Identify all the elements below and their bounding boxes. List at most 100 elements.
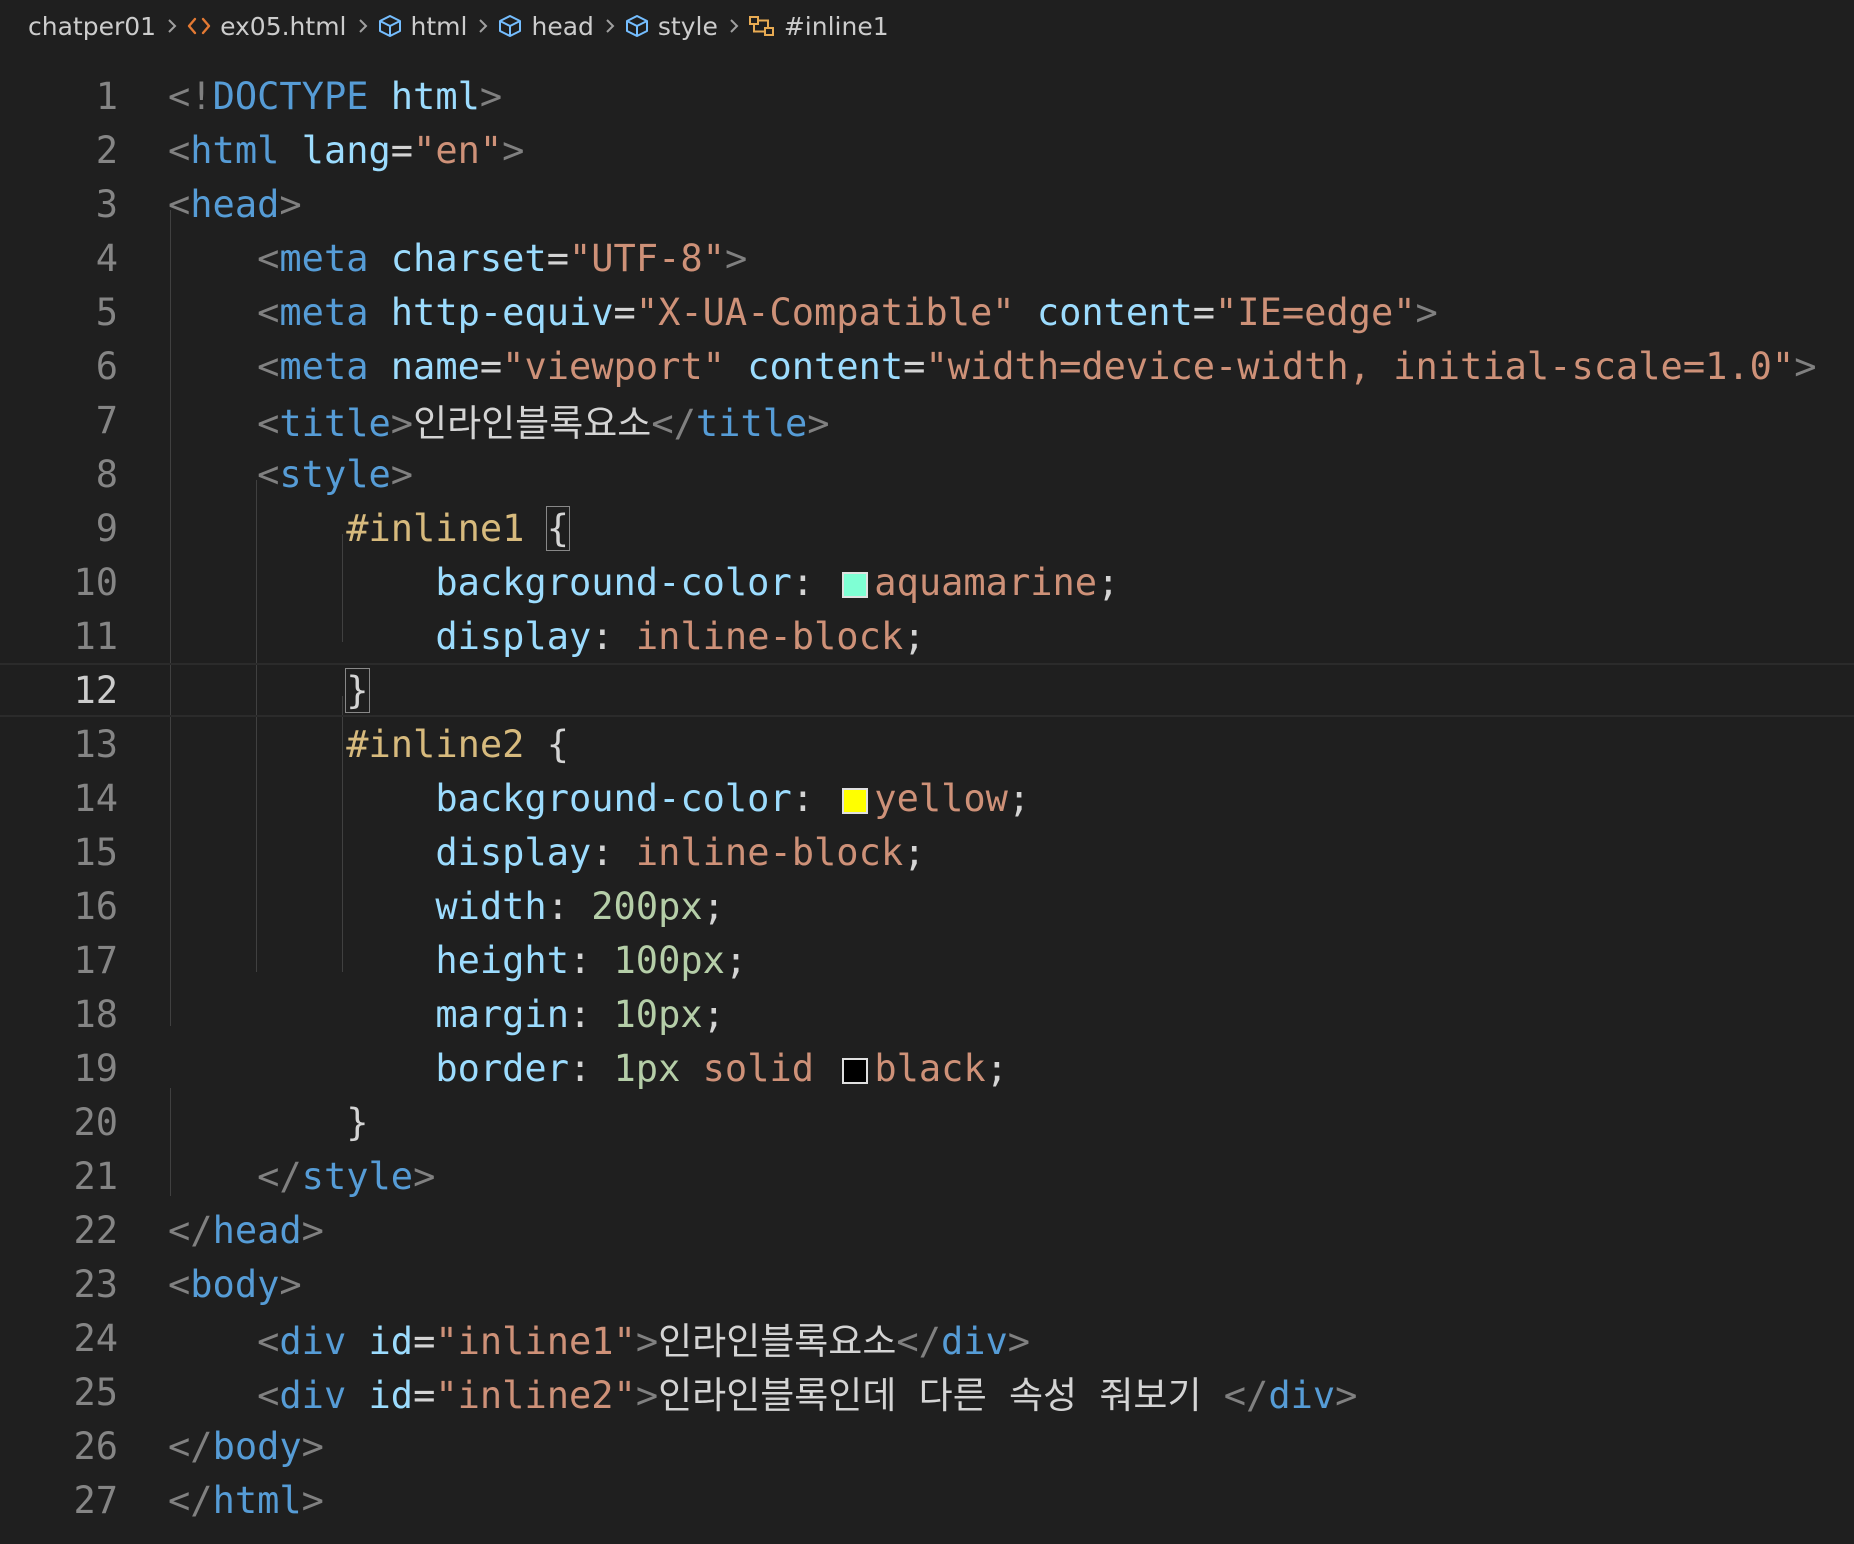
code-editor[interactable]: 1 <!DOCTYPE html> 2 <html lang="en"> 3 <head>… — [0, 52, 1854, 1544]
code-line[interactable]: 27 </html> — [0, 1473, 1854, 1527]
code-line[interactable]: 22 </head> — [0, 1203, 1854, 1257]
line-number[interactable]: 19 — [18, 1047, 118, 1090]
token-text: : — [568, 938, 614, 982]
token-text: 인라인블록요소 — [658, 1320, 897, 1363]
line-number[interactable]: 17 — [18, 939, 118, 982]
code-line[interactable]: 25 <div id="inline2">인라인블록인데 다른 속성 줘보기 <… — [0, 1365, 1854, 1419]
breadcrumb-item-head[interactable]: head — [497, 12, 594, 41]
line-number[interactable]: 14 — [18, 777, 118, 820]
token-num: 10px — [613, 992, 703, 1036]
breadcrumb-label: ex05.html — [220, 11, 347, 41]
code-text: display: inline-block; — [168, 615, 925, 658]
token-punct: > — [479, 74, 503, 118]
code-line[interactable]: 14 background-color: yellow; — [0, 771, 1854, 825]
code-line[interactable]: 21 </style> — [0, 1149, 1854, 1203]
code-line[interactable]: 6 <meta name="viewport" content="width=d… — [0, 339, 1854, 393]
code-line[interactable]: 17 height: 100px; — [0, 933, 1854, 987]
line-number[interactable]: 15 — [18, 831, 118, 874]
code-line[interactable]: 8 <style> — [0, 447, 1854, 501]
token-tag: body — [212, 1424, 302, 1468]
line-number[interactable]: 24 — [18, 1317, 118, 1360]
line-number[interactable]: 1 — [18, 75, 118, 118]
token-tag: html — [190, 128, 280, 172]
breadcrumb-item-html[interactable]: html — [377, 12, 467, 41]
line-number[interactable]: 2 — [18, 129, 118, 172]
code-line[interactable]: 2 <html lang="en"> — [0, 123, 1854, 177]
line-number[interactable]: 13 — [18, 723, 118, 766]
token-punct: < — [168, 128, 191, 172]
line-number[interactable]: 12 — [18, 669, 118, 712]
color-swatch[interactable] — [842, 787, 869, 814]
token-text: ; — [903, 614, 926, 658]
line-number[interactable]: 18 — [18, 993, 118, 1036]
code-line[interactable]: 9 #inline1 { — [0, 501, 1854, 555]
code-line[interactable]: 10 background-color: aquamarine; — [0, 555, 1854, 609]
line-number[interactable]: 20 — [18, 1101, 118, 1144]
line-number[interactable]: 9 — [18, 507, 118, 550]
code-line[interactable]: 23 <body> — [0, 1257, 1854, 1311]
line-number[interactable]: 27 — [18, 1479, 118, 1522]
line-number[interactable]: 21 — [18, 1155, 118, 1198]
breadcrumb-item-inline1[interactable]: #inline1 — [748, 12, 889, 41]
line-number[interactable]: 8 — [18, 453, 118, 496]
breadcrumb-item-chatper01[interactable]: chatper01 — [28, 12, 156, 41]
breadcrumb-item-ex05-html[interactable]: ex05.html — [186, 11, 347, 41]
breadcrumb-item-style[interactable]: style — [624, 12, 718, 41]
code-text: <html lang="en"> — [168, 129, 524, 172]
token-text: = — [1192, 290, 1216, 334]
breadcrumb: chatper01 ex05.html html head style #inline1 — [0, 0, 1854, 52]
code-line[interactable]: 3 <head> — [0, 177, 1854, 231]
line-number[interactable]: 6 — [18, 345, 118, 388]
token-attr: name — [390, 344, 480, 388]
code-line[interactable]: 4 <meta charset="UTF-8"> — [0, 231, 1854, 285]
code-line[interactable]: 1 <!DOCTYPE html> — [0, 69, 1854, 123]
code-line[interactable]: 13 #inline2 { — [0, 717, 1854, 771]
code-line[interactable]: 20 } — [0, 1095, 1854, 1149]
line-number[interactable]: 4 — [18, 237, 118, 280]
code-line[interactable]: 18 margin: 10px; — [0, 987, 1854, 1041]
token-tag: div — [279, 1374, 347, 1417]
code-line[interactable]: 5 <meta http-equiv="X-UA-Compatible" con… — [0, 285, 1854, 339]
line-number[interactable]: 10 — [18, 561, 118, 604]
line-number[interactable]: 7 — [18, 399, 118, 442]
code-line[interactable]: 15 display: inline-block; — [0, 825, 1854, 879]
color-swatch[interactable] — [842, 571, 869, 598]
code-line[interactable]: 19 border: 1px solid black; — [0, 1041, 1854, 1095]
code-line[interactable]: 26 </body> — [0, 1419, 1854, 1473]
token-tag: body — [190, 1262, 280, 1306]
token-punct: > — [502, 128, 525, 172]
line-number[interactable]: 3 — [18, 183, 118, 226]
code-line[interactable]: 7 <title>인라인블록요소</title> — [0, 393, 1854, 447]
line-number[interactable]: 11 — [18, 615, 118, 658]
color-swatch[interactable] — [842, 1057, 869, 1084]
breadcrumb-label: chatper01 — [28, 11, 157, 41]
token-str: "X-UA-Compatible" — [635, 290, 1015, 334]
token-prop: display — [435, 830, 592, 874]
code-line[interactable]: 24 <div id="inline1">인라인블록요소</div> — [0, 1311, 1854, 1365]
line-number[interactable]: 16 — [18, 885, 118, 928]
line-number[interactable]: 26 — [18, 1425, 118, 1468]
token-text: = — [613, 290, 636, 334]
code-text: width: 200px; — [168, 885, 725, 928]
breadcrumb-label: style — [657, 11, 718, 41]
code-line[interactable]: 12 } — [0, 663, 1854, 717]
line-number[interactable]: 22 — [18, 1209, 118, 1252]
line-number[interactable]: 25 — [18, 1371, 118, 1414]
token-tag: meta — [279, 344, 369, 388]
token-punct: > — [279, 182, 302, 226]
token-tag: title — [695, 402, 808, 445]
code-line[interactable]: 16 width: 200px; — [0, 879, 1854, 933]
code-line[interactable]: 11 display: inline-block; — [0, 609, 1854, 663]
line-number[interactable]: 5 — [18, 291, 118, 334]
token-prop: height — [435, 938, 569, 982]
token-prop: background-color — [435, 560, 792, 604]
token-text: = — [413, 1320, 436, 1363]
token-punct: </ — [257, 1154, 302, 1198]
line-number[interactable]: 23 — [18, 1263, 118, 1306]
